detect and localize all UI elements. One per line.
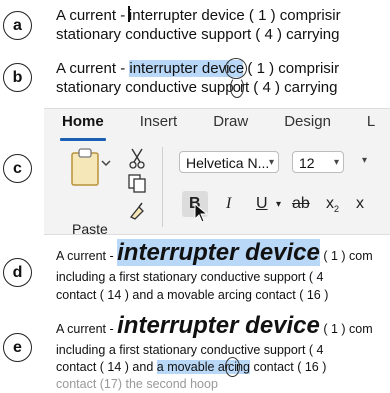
tab-draw[interactable]: Draw <box>195 109 266 139</box>
step-badge-d: d <box>3 258 32 287</box>
step-badge-c: c <box>3 154 32 183</box>
text-line[interactable]: stationary conductive support ( 4 ) carr… <box>56 77 337 98</box>
text-line[interactable]: stationary conductive support ( 4 ) carr… <box>56 25 339 44</box>
clipboard-icon <box>71 148 111 186</box>
tab-layout[interactable]: L <box>349 109 390 139</box>
ribbon-toolbar: Home Insert Draw Design L Paste Helvetic… <box>44 108 390 237</box>
strikethrough-button[interactable]: ab <box>292 195 310 213</box>
text-line[interactable]: A current - interrupter device ( 1 ) com <box>56 314 373 338</box>
text-line[interactable]: contact ( 14 ) and a movable arcing cont… <box>56 357 326 377</box>
chevron-down-icon: ▾ <box>333 157 339 168</box>
chevron-down-icon: ▾ <box>268 157 274 168</box>
cut-icon[interactable] <box>128 147 146 169</box>
tab-home[interactable]: Home <box>44 109 122 141</box>
superscript-button[interactable]: x <box>356 195 364 213</box>
text-line[interactable]: including a first stationary conductive … <box>56 341 324 359</box>
text-line[interactable]: A current - interrupter device ( 1 ) com <box>56 239 373 266</box>
step-badge-e: e <box>3 333 32 362</box>
selected-text: a movable arcing <box>156 357 250 377</box>
selected-text: interrupter device <box>129 58 248 79</box>
step-badge-b: b <box>3 63 32 92</box>
tab-insert[interactable]: Insert <box>122 109 196 139</box>
format-painter-icon[interactable] <box>128 201 146 221</box>
text-line[interactable]: contact (17) the second hoop <box>56 375 218 393</box>
tab-design[interactable]: Design <box>266 109 349 139</box>
divider <box>162 147 163 227</box>
font-size-select[interactable]: 12 ▾ <box>292 151 344 173</box>
ribbon-tabs: Home Insert Draw Design L <box>44 109 390 141</box>
text-line[interactable]: A current - interrupter device ( 1 ) com… <box>56 58 339 79</box>
text-line[interactable]: A current - interrupter device ( 1 ) com… <box>56 6 341 25</box>
subscript-button[interactable]: x2 <box>326 195 339 214</box>
selected-text: interrupter device <box>117 239 320 266</box>
italic-button[interactable]: I <box>226 195 231 213</box>
mouse-cursor-icon <box>194 203 208 223</box>
text-line[interactable]: including a first stationary conductive … <box>56 268 324 286</box>
underline-button[interactable]: U <box>256 195 268 213</box>
chevron-down-icon[interactable]: ▾ <box>362 155 386 166</box>
font-name-select[interactable]: Helvetica N... ▾ <box>179 151 279 173</box>
step-badge-a: a <box>3 11 32 40</box>
text-line[interactable]: contact ( 14 ) and a movable arcing cont… <box>56 286 328 304</box>
chevron-down-icon[interactable]: ▾ <box>276 199 281 210</box>
copy-icon[interactable] <box>128 174 146 194</box>
paste-button[interactable]: Paste <box>62 147 122 237</box>
